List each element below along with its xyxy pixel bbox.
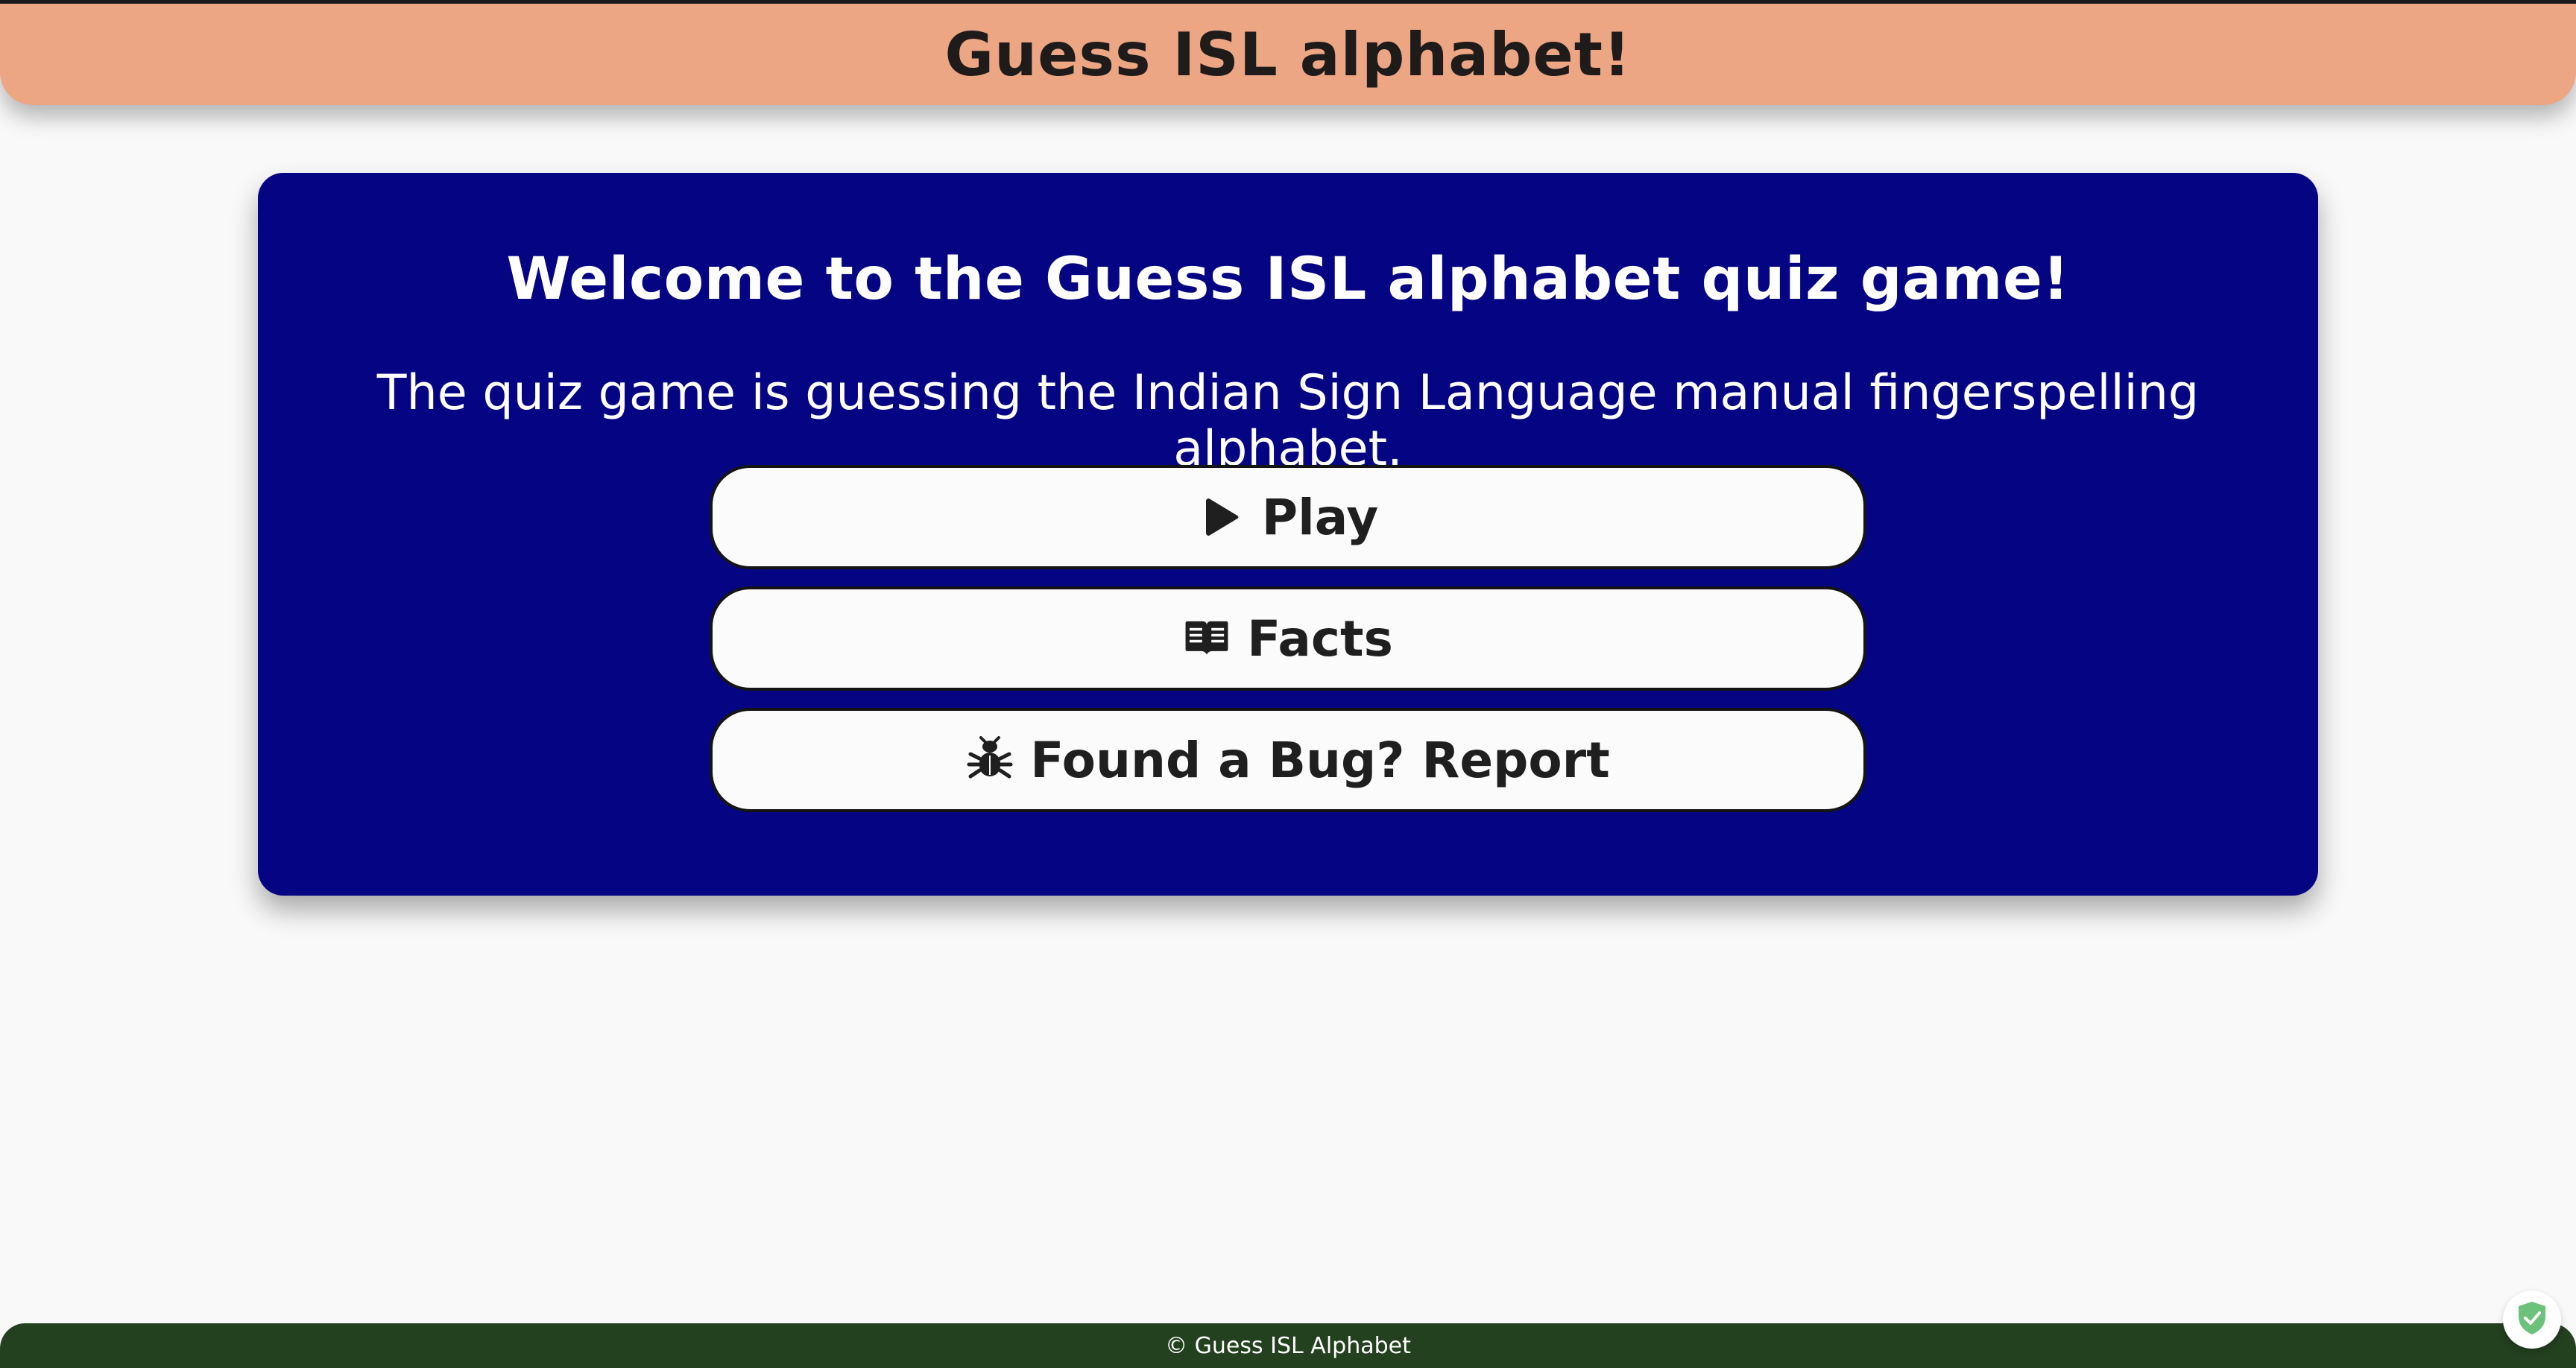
security-badge[interactable]	[2503, 1291, 2561, 1349]
welcome-description: The quiz game is guessing the Indian Sig…	[376, 365, 2200, 477]
page-header: Guess ISL alphabet!	[0, 0, 2576, 105]
shield-check-icon	[2516, 1300, 2548, 1339]
play-button-label: Play	[1261, 488, 1379, 546]
play-icon	[1198, 493, 1246, 541]
play-button[interactable]: Play	[710, 465, 1866, 569]
welcome-card: Welcome to the Guess ISL alphabet quiz g…	[258, 173, 2318, 896]
facts-button[interactable]: Facts	[710, 586, 1866, 691]
report-bug-button[interactable]: Found a Bug? Report	[710, 708, 1866, 812]
page-footer: © Guess ISL Alphabet	[0, 1323, 2576, 1368]
report-bug-button-label: Found a Bug? Report	[1030, 731, 1610, 789]
welcome-heading: Welcome to the Guess ISL alphabet quiz g…	[506, 246, 2070, 313]
facts-button-label: Facts	[1247, 609, 1393, 668]
page-title: Guess ISL alphabet!	[944, 19, 1632, 89]
book-icon	[1183, 615, 1231, 662]
copyright-text: © Guess ISL Alphabet	[1165, 1332, 1411, 1359]
bug-icon	[966, 736, 1014, 784]
